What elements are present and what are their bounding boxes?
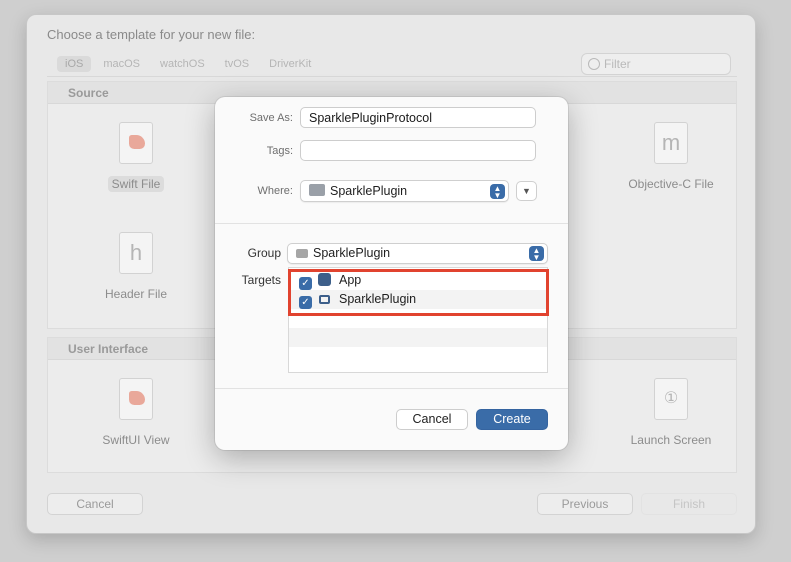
template-chooser-title: Choose a template for your new file: <box>47 27 256 42</box>
tab-tvos[interactable]: tvOS <box>217 56 257 72</box>
expand-browser-button[interactable]: ▼ <box>516 181 537 201</box>
folder-icon <box>309 184 325 196</box>
filter-placeholder: Filter <box>604 57 631 71</box>
template-label: Header File <box>104 287 168 301</box>
tab-ios[interactable]: iOS <box>57 56 92 72</box>
header-file-icon: h <box>119 232 153 274</box>
save-sheet: Save As: Tags: Where: SparklePlugin ▲▼ ▼… <box>215 97 568 450</box>
save-as-label: Save As: <box>249 112 293 124</box>
divider <box>215 223 568 224</box>
template-label: Swift File <box>107 176 165 192</box>
targets-highlight-annotation <box>288 269 549 316</box>
filter-field[interactable]: Filter <box>581 53 731 75</box>
swiftui-file-icon <box>119 378 153 420</box>
template-label: Objective-C File <box>628 177 714 191</box>
template-swift-file[interactable]: Swift File <box>81 122 191 192</box>
folder-icon <box>296 249 308 258</box>
where-popup[interactable]: SparklePlugin ▲ ▼ <box>300 180 509 202</box>
where-label: Where: <box>257 185 293 197</box>
group-label: Group <box>247 246 281 260</box>
tags-label: Tags: <box>266 145 293 157</box>
cancel-button-background[interactable]: Cancel <box>47 493 143 515</box>
up-down-chevron-icon: ▲ ▼ <box>529 246 544 262</box>
divider <box>215 388 568 389</box>
tab-watchos[interactable]: watchOS <box>152 56 213 72</box>
template-objc-file[interactable]: m Objective-C File <box>616 122 726 192</box>
template-swiftui-view[interactable]: SwiftUI View <box>81 378 191 448</box>
template-label: Launch Screen <box>630 433 712 447</box>
finish-button[interactable]: Finish <box>641 493 737 515</box>
previous-button[interactable]: Previous <box>537 493 633 515</box>
group-popup[interactable]: SparklePlugin ▲ ▼ <box>287 243 548 264</box>
template-label: SwiftUI View <box>102 433 170 447</box>
chevron-down-icon: ▼ <box>522 186 531 196</box>
group-value: SparklePlugin <box>313 246 391 260</box>
launch-screen-icon: ① <box>654 378 688 420</box>
objc-file-icon: m <box>654 122 688 164</box>
empty-row <box>289 347 547 366</box>
filter-icon <box>588 58 600 70</box>
swift-file-icon <box>119 122 153 164</box>
targets-label: Targets <box>241 273 281 287</box>
tags-field[interactable] <box>300 140 536 161</box>
tab-driverkit[interactable]: DriverKit <box>261 56 319 72</box>
cancel-button[interactable]: Cancel <box>396 409 468 430</box>
template-header-file[interactable]: h Header File <box>81 232 191 302</box>
tab-macos[interactable]: macOS <box>95 56 148 72</box>
empty-row <box>289 328 547 347</box>
up-down-chevron-icon: ▲ ▼ <box>490 184 505 200</box>
save-as-field[interactable] <box>300 107 536 128</box>
where-value: SparklePlugin <box>330 184 408 198</box>
template-launch-screen[interactable]: ① Launch Screen <box>616 378 726 448</box>
create-button[interactable]: Create <box>476 409 548 430</box>
